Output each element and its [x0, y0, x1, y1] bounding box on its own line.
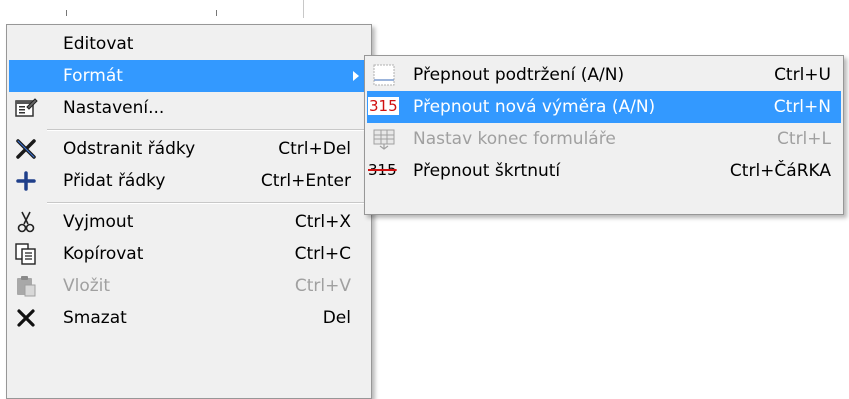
- menu-item-label: Odstranit řádky: [63, 139, 196, 159]
- menu-item-label: Smazat: [63, 308, 127, 328]
- submenu-item-podtrzeni[interactable]: Přepnout podtržení (A/N) Ctrl+U: [367, 59, 841, 91]
- menu-item-vlozit[interactable]: Vložit Ctrl+V: [9, 270, 369, 302]
- background-column-divider: [303, 0, 304, 18]
- menu-item-shortcut: Ctrl+V: [294, 276, 351, 296]
- menu-item-vyjmout[interactable]: Vyjmout Ctrl+X: [9, 206, 369, 238]
- menu-separator: [47, 202, 367, 204]
- menu-item-shortcut: Del: [322, 308, 351, 328]
- menu-item-shortcut: Ctrl+C: [294, 244, 351, 264]
- menu-item-pridat-radky[interactable]: Přidat řádky Ctrl+Enter: [9, 165, 369, 197]
- background-tick: [216, 10, 217, 16]
- menu-item-smazat[interactable]: Smazat Del: [9, 302, 369, 334]
- paste-icon: [13, 273, 39, 299]
- menu-item-editovat[interactable]: Editovat: [9, 28, 369, 60]
- submenu-item-nova-vymera[interactable]: 315 Přepnout nová výměra (A/N) Ctrl+N: [367, 91, 841, 123]
- copy-icon: [13, 241, 39, 267]
- background-tick: [66, 10, 67, 16]
- context-menu: Editovat Formát Nastavení... Odstranit ř…: [6, 24, 372, 399]
- format-submenu: Přepnout podtržení (A/N) Ctrl+U 315 Přep…: [364, 55, 844, 215]
- add-rows-icon: [13, 168, 39, 194]
- new-area-icon: 315: [368, 97, 399, 115]
- properties-icon: [13, 95, 39, 121]
- menu-item-odstranit-radky[interactable]: Odstranit řádky Ctrl+Del: [9, 133, 369, 165]
- scissors-icon: [13, 209, 39, 235]
- menu-item-label: Vložit: [63, 276, 111, 296]
- submenu-item-shortcut: Ctrl+U: [774, 65, 831, 85]
- menu-item-shortcut: Ctrl+Del: [278, 139, 351, 159]
- submenu-item-skrtnuti[interactable]: 315 Přepnout škrtnutí Ctrl+ČáRKA: [367, 155, 841, 187]
- strikethrough-icon: 315: [368, 161, 397, 179]
- submenu-item-label: Nastav konec formuláře: [413, 129, 616, 149]
- menu-item-label: Přidat řádky: [63, 171, 166, 191]
- menu-separator: [47, 129, 367, 131]
- menu-item-label: Kopírovat: [63, 244, 144, 264]
- submenu-item-shortcut: Ctrl+ČáRKA: [729, 161, 831, 181]
- delete-rows-icon: [13, 136, 39, 162]
- delete-icon: [13, 305, 39, 331]
- submenu-arrow-icon: [353, 71, 359, 81]
- underline-grid-icon: [371, 62, 397, 88]
- submenu-item-label: Přepnout podtržení (A/N): [413, 65, 625, 85]
- submenu-item-shortcut: Ctrl+N: [773, 97, 831, 117]
- menu-item-format[interactable]: Formát: [9, 60, 369, 92]
- menu-item-shortcut: Ctrl+Enter: [260, 171, 351, 191]
- menu-item-nastaveni[interactable]: Nastavení...: [9, 92, 369, 124]
- form-end-icon: [371, 126, 397, 152]
- menu-item-label: Nastavení...: [63, 98, 165, 118]
- menu-item-label: Formát: [63, 66, 123, 86]
- menu-item-label: Editovat: [63, 34, 134, 54]
- submenu-item-label: Přepnout nová výměra (A/N): [413, 97, 656, 117]
- submenu-item-konec-formulare[interactable]: Nastav konec formuláře Ctrl+L: [367, 123, 841, 155]
- menu-item-kopirovat[interactable]: Kopírovat Ctrl+C: [9, 238, 369, 270]
- submenu-item-shortcut: Ctrl+L: [777, 129, 831, 149]
- menu-item-shortcut: Ctrl+X: [294, 212, 351, 232]
- submenu-item-label: Přepnout škrtnutí: [413, 161, 561, 181]
- menu-item-label: Vyjmout: [63, 212, 134, 232]
